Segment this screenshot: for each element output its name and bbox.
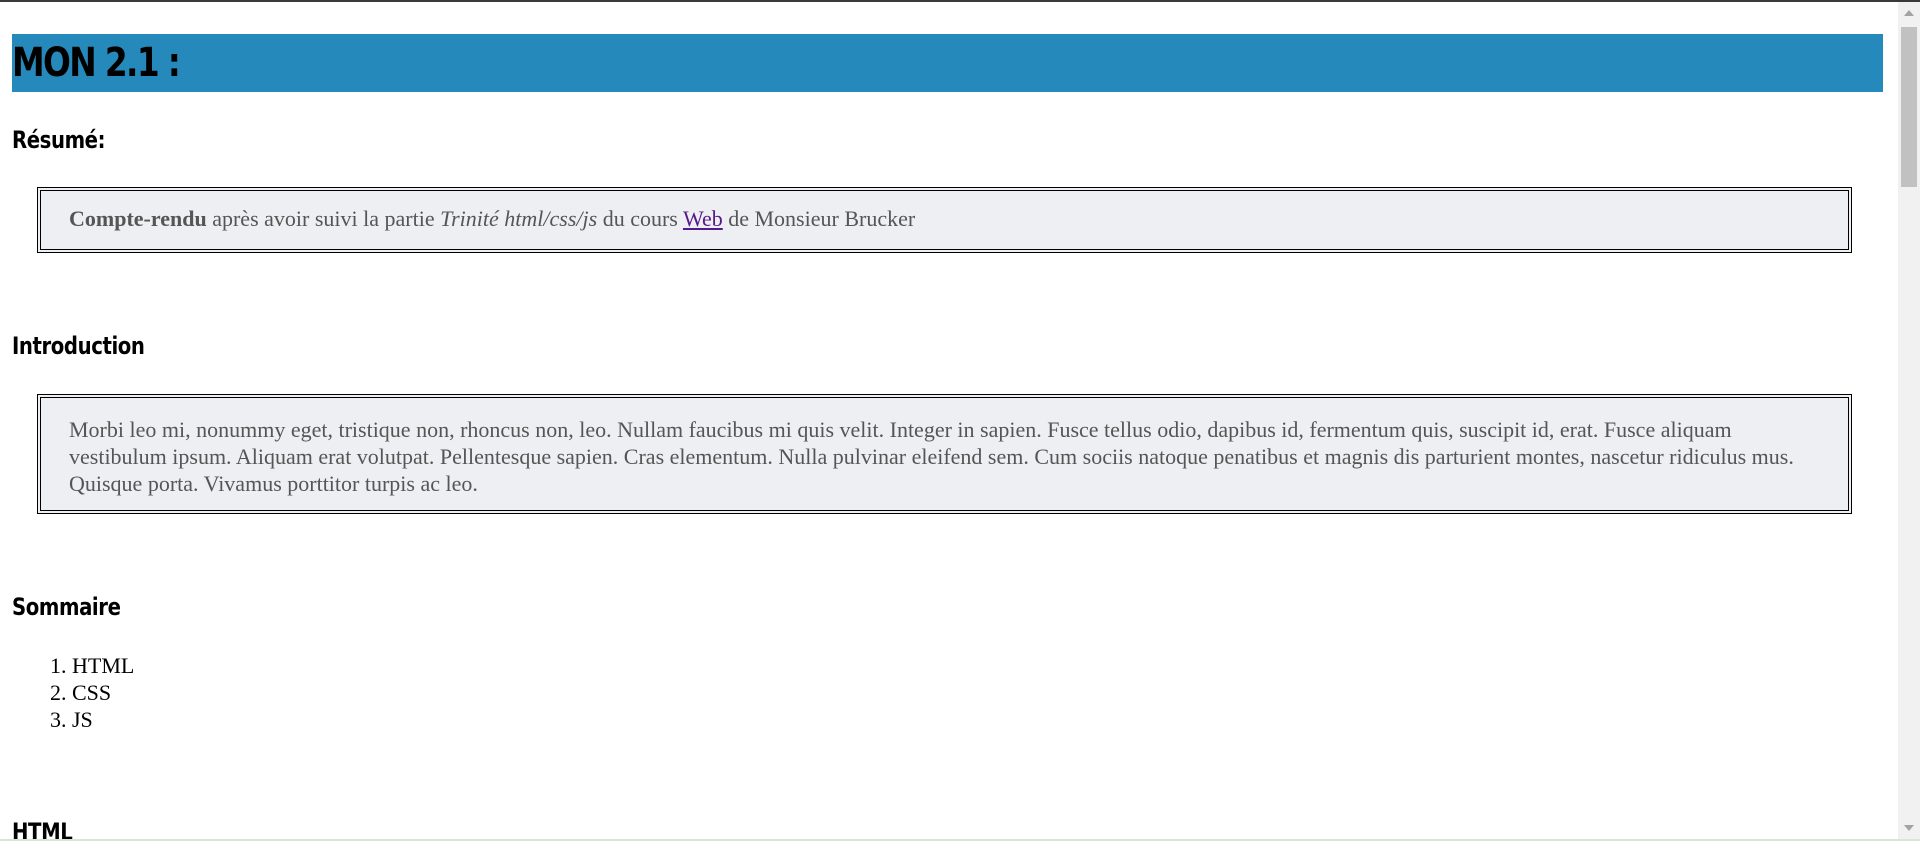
page-content: MON 2.1 : Résumé: Compte-rendu après avo… bbox=[0, 2, 1898, 839]
scrollbar-thumb[interactable] bbox=[1901, 27, 1917, 187]
arrow-up-icon bbox=[1904, 10, 1914, 16]
sommaire-list: HTML CSS JS bbox=[0, 652, 134, 733]
scroll-up-button[interactable] bbox=[1898, 2, 1920, 24]
list-item: HTML bbox=[72, 652, 134, 679]
page-title: MON 2.1 : bbox=[12, 40, 181, 86]
resume-bold-text: Compte-rendu bbox=[69, 206, 207, 231]
web-link[interactable]: Web bbox=[683, 206, 723, 231]
introduction-box: Morbi leo mi, nonummy eget, tristique no… bbox=[37, 394, 1852, 514]
scroll-down-button[interactable] bbox=[1898, 817, 1920, 839]
resume-italic-text: Trinité html/css/js bbox=[440, 206, 598, 231]
sommaire-heading: Sommaire bbox=[12, 593, 121, 621]
list-item: CSS bbox=[72, 679, 134, 706]
list-item: JS bbox=[72, 706, 134, 733]
title-bar: MON 2.1 : bbox=[12, 34, 1883, 92]
arrow-down-icon bbox=[1904, 825, 1914, 831]
vertical-scrollbar[interactable] bbox=[1898, 2, 1920, 839]
resume-box: Compte-rendu après avoir suivi la partie… bbox=[37, 187, 1852, 253]
introduction-heading: Introduction bbox=[12, 332, 145, 360]
resume-text-2: du cours bbox=[597, 206, 683, 231]
resume-text-3: de Monsieur Brucker bbox=[722, 206, 916, 231]
introduction-text: Morbi leo mi, nonummy eget, tristique no… bbox=[69, 417, 1794, 496]
resume-text-1: après avoir suivi la partie bbox=[206, 206, 441, 231]
resume-heading: Résumé: bbox=[12, 126, 106, 154]
html-section-heading: HTML bbox=[12, 818, 73, 839]
